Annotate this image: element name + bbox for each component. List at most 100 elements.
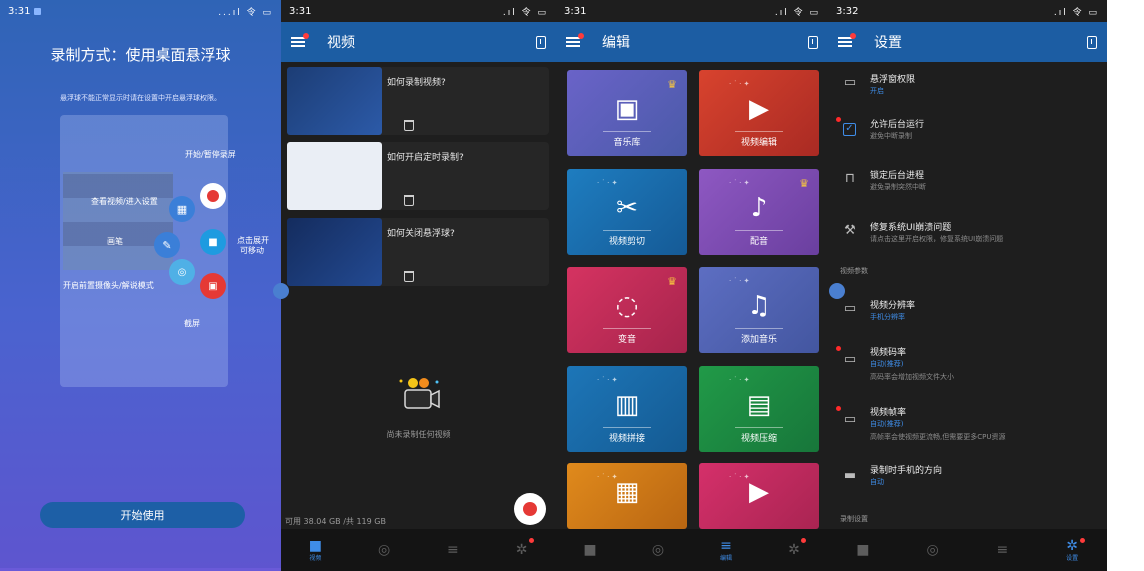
video-cut-icon: ✂ [616, 193, 638, 223]
tile-video-compress[interactable]: · ˙ · ✦ ▤ 视频压缩 [699, 366, 819, 452]
bottom-nav: ■ 视频 ◎ ≡ ✲ [281, 529, 556, 571]
menu-icon[interactable] [291, 33, 309, 48]
menu-icon[interactable] [566, 33, 584, 48]
camera-icon: ■ [308, 537, 322, 554]
notification-icon [34, 7, 42, 15]
floating-ball-icon[interactable] [829, 283, 845, 299]
tools-icon: ≡ [447, 542, 459, 558]
nav-videos[interactable]: ■ [556, 529, 624, 571]
label-start-pause: 开始/暂停录屏 [185, 150, 236, 159]
checkbox-icon[interactable]: ✓ [843, 123, 856, 136]
tile-video-rotate[interactable]: · ˙ · ✦ ▶ [699, 463, 819, 529]
video-thumbnail [287, 67, 382, 135]
nav-videos[interactable]: ■ 视频 [281, 529, 350, 571]
wrench-icon: ⚒ [844, 223, 856, 238]
tools-icon: ≡ [720, 537, 732, 554]
voice-change-icon: ◌ [615, 291, 639, 321]
tile-gif[interactable]: · ˙ · ✦ ▦ [567, 463, 687, 529]
videos-panel: 3:31 .ıl 令 ▭ 视频 如何录制视频? 如何开启定时录制? 如何关闭悬浮… [281, 0, 556, 571]
delete-icon[interactable] [404, 271, 414, 282]
tile-video-edit[interactable]: · ˙ · ✦ ▶ 视频编辑 [699, 70, 819, 156]
tile-voice-change[interactable]: ♛ ◌ 变音 [567, 267, 687, 353]
setting-overlay-permission[interactable]: ▭ 悬浮窗权限 开启 [828, 70, 1107, 110]
video-merge-icon: ▥ [614, 390, 640, 420]
setting-background-run[interactable]: ✓ 允许后台运行 避免中断录制 [828, 115, 1107, 155]
settings-icon: ✲ [1066, 537, 1078, 554]
status-bar: 3:32 .ıl 令 ▭ [828, 0, 1107, 22]
crown-icon: ♛ [799, 177, 809, 190]
page-title: 录制方式：使用桌面悬浮球 [50, 46, 231, 64]
record-button[interactable] [514, 493, 546, 525]
screenshot-icon: ◎ [378, 542, 391, 558]
signal-wifi-battery-icon: ...ıl 令 ▭ [218, 7, 273, 18]
brush-float-button: ✎ [154, 232, 180, 258]
setting-bitrate[interactable]: ▭ 视频码率 自动(推荐) 高码率会增加视频文件大小 [828, 343, 1107, 389]
label-brush: 画笔 [107, 237, 123, 246]
preview-thumbnails [63, 172, 173, 270]
label-screenshot: 截屏 [184, 319, 200, 328]
video-title: 如何录制视频? [387, 78, 446, 88]
sd-card-icon[interactable] [808, 35, 818, 49]
video-list-item[interactable]: 如何开启定时录制? [287, 142, 549, 210]
bitrate-icon: ▭ [843, 352, 857, 367]
video-thumbnail [287, 142, 382, 210]
tile-dubbing[interactable]: ♛ · ˙ · ✦ ♪ 配音 [699, 169, 819, 255]
video-compress-icon: ▤ [746, 390, 772, 420]
notification-dot [836, 346, 841, 351]
sd-card-icon[interactable] [536, 35, 546, 49]
overlay-icon: ▭ [843, 75, 857, 90]
label-movable: 可移动 [240, 246, 264, 255]
tile-add-music[interactable]: · ˙ · ✦ ♫ 添加音乐 [699, 267, 819, 353]
screenshot-float-button: ▣ [200, 273, 226, 299]
setting-orientation[interactable]: ▬ 录制时手机的方向 自动 [828, 461, 1107, 501]
nav-videos[interactable]: ■ [828, 529, 898, 571]
settings-panel: 3:32 .ıl 令 ▭ 设置 ▭ 悬浮窗权限 开启 ✓ 允许后台运行 避免中断… [828, 0, 1107, 571]
setting-lock-process[interactable]: ⊓ 锁定后台进程 避免录制突然中断 [828, 166, 1107, 206]
tile-video-cut[interactable]: · ˙ · ✦ ✂ 视频剪切 [567, 169, 687, 255]
front-camera-float-button: ◎ [169, 259, 195, 285]
nav-screenshots[interactable]: ◎ [898, 529, 968, 571]
delete-icon[interactable] [404, 195, 414, 206]
bottom-nav: ■ ◎ ≡ ✲ 设置 [828, 529, 1107, 571]
app-bar: 编辑 [556, 22, 828, 62]
nav-settings[interactable]: ✲ 设置 [1037, 529, 1107, 571]
section-record-settings: 录制设置 [840, 515, 868, 523]
video-title: 如何开启定时录制? [387, 153, 464, 163]
tile-music-library[interactable]: ♛ ▣ 音乐库 [567, 70, 687, 156]
framerate-icon: ▭ [843, 412, 857, 427]
notification-dot [836, 117, 841, 122]
nav-settings[interactable]: ✲ [487, 529, 556, 571]
setting-resolution[interactable]: ▭ 视频分辨率 手机分辨率 [828, 296, 1107, 336]
nav-screenshots[interactable]: ◎ [624, 529, 692, 571]
nav-edit[interactable]: ≡ [419, 529, 488, 571]
setting-framerate[interactable]: ▭ 视频帧率 自动(推荐) 高帧率会使视频更流畅,但需要更多CPU资源 [828, 403, 1107, 449]
menu-icon[interactable] [838, 33, 856, 48]
status-bar: 3:31 ...ıl 令 ▭ [0, 0, 281, 22]
status-time: 3:31 [289, 5, 312, 17]
camera-icon: ■ [856, 542, 870, 558]
nav-edit[interactable]: ≡ 编辑 [692, 529, 760, 571]
sd-card-icon[interactable] [1087, 35, 1097, 49]
delete-icon[interactable] [404, 120, 414, 131]
start-button[interactable]: 开始使用 [40, 502, 245, 528]
video-list-item[interactable]: 如何录制视频? [287, 67, 549, 135]
setting-fix-ui[interactable]: ⚒ 修复系统UI崩溃问题 请点击这里开启权限，修复系统UI崩溃问题 [828, 218, 1107, 258]
crown-icon: ♛ [667, 275, 677, 288]
tile-video-merge[interactable]: · ˙ · ✦ ▥ 视频拼接 [567, 366, 687, 452]
onboarding-panel: 3:31 ...ıl 令 ▭ 录制方式：使用桌面悬浮球 悬浮球不能正常显示时请在… [0, 0, 281, 571]
gif-icon: ▦ [614, 477, 640, 507]
app-bar: 设置 [828, 22, 1107, 62]
page-title: 视频 [327, 35, 355, 51]
nav-settings[interactable]: ✲ [760, 529, 828, 571]
nav-edit[interactable]: ≡ [968, 529, 1038, 571]
status-time: 3:31 [564, 5, 587, 17]
video-list-item[interactable]: 如何关闭悬浮球? [287, 218, 549, 286]
empty-state-text: 尚未录制任何视频 [386, 430, 451, 439]
signal-wifi-battery-icon: .ıl 令 ▭ [1053, 7, 1099, 18]
nav-screenshots[interactable]: ◎ [350, 529, 419, 571]
status-bar: 3:31 .ıl 令 ▭ [556, 0, 828, 22]
floating-ball-icon[interactable] [273, 283, 289, 299]
settings-icon: ✲ [515, 542, 528, 558]
orientation-icon: ▬ [843, 468, 857, 483]
section-video-params: 视频参数 [840, 267, 868, 275]
